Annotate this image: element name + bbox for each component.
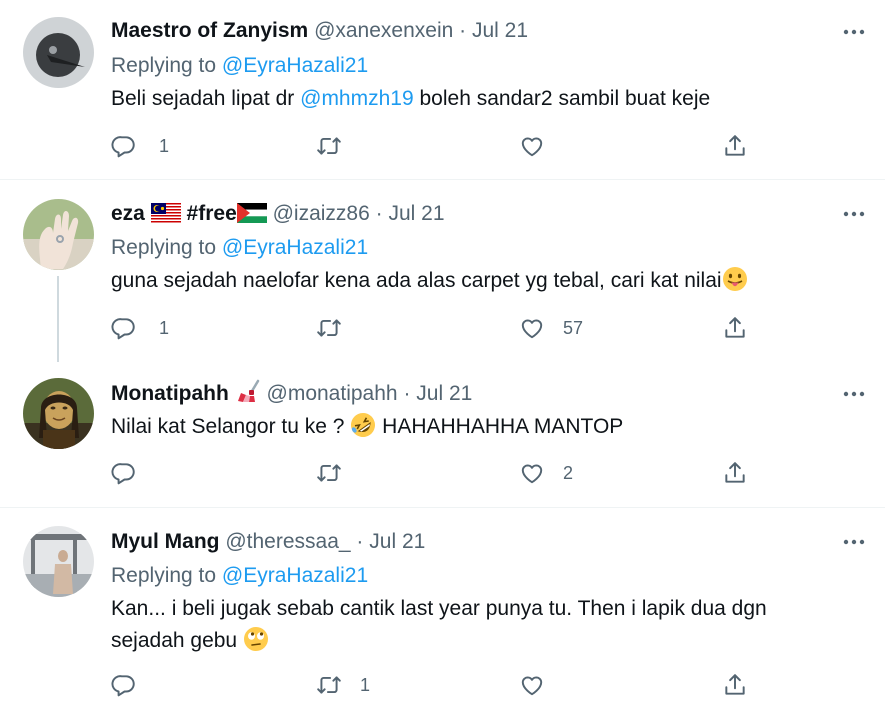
more-options-button[interactable]	[839, 528, 869, 556]
like-button[interactable]: 2	[519, 458, 573, 488]
tweet[interactable]: Myul Mang @theressaa_ · Jul 21 Replying …	[0, 508, 885, 707]
retweet-button[interactable]	[316, 458, 342, 488]
more-options-button[interactable]	[839, 200, 869, 228]
author-name[interactable]: eza	[111, 202, 145, 225]
malaysia-flag-icon	[150, 203, 181, 223]
more-dots-icon	[842, 538, 866, 546]
more-options-button[interactable]	[839, 18, 869, 46]
tweet-text-part: Beli sejadah lipat dr	[111, 87, 295, 110]
like-button[interactable]	[519, 131, 545, 161]
share-icon	[722, 133, 748, 159]
rolling-eyes-emoji-icon	[243, 627, 268, 651]
reply-bubble-icon	[111, 460, 137, 486]
tweet-timestamp[interactable]: Jul 21	[416, 382, 472, 405]
author-name[interactable]: Myul Mang	[111, 530, 220, 553]
like-count: 57	[563, 317, 584, 338]
avatar[interactable]	[23, 526, 94, 597]
more-dots-icon	[842, 390, 866, 398]
replying-to-mention[interactable]: @EyraHazali21	[222, 54, 368, 77]
replying-to-label: Replying to	[111, 54, 217, 77]
reply-button[interactable]	[111, 458, 137, 488]
tongue-face-emoji-icon	[722, 267, 747, 291]
retweet-icon	[316, 672, 342, 698]
heart-icon	[519, 460, 545, 486]
tweet[interactable]: Monatipahh @monatipahh · Jul 21 Nilai ka…	[0, 360, 885, 507]
more-dots-icon	[842, 210, 866, 218]
heart-icon	[519, 315, 545, 341]
replying-to-label: Replying to	[111, 564, 217, 587]
share-icon	[722, 315, 748, 341]
tweet-timestamp[interactable]: Jul 21	[369, 530, 425, 553]
reply-button[interactable]	[111, 670, 137, 700]
more-dots-icon	[842, 28, 866, 36]
mention-link[interactable]: @mhmzh19	[300, 87, 414, 110]
heart-icon	[519, 133, 545, 159]
like-count: 2	[563, 462, 574, 483]
tweet-text-line: sejadah gebu	[111, 629, 238, 652]
more-options-button[interactable]	[839, 380, 869, 408]
like-button[interactable]	[519, 670, 545, 700]
reply-count: 1	[159, 135, 170, 156]
avatar[interactable]	[23, 378, 94, 449]
retweet-icon	[316, 315, 342, 341]
retweet-icon	[316, 133, 342, 159]
tweet-text: Beli sejadah lipat dr @mhmzh19 boleh san…	[111, 83, 831, 115]
tweet-text-part: boleh sandar2 sambil buat keje	[419, 87, 711, 110]
tweet[interactable]: Maestro of Zanyism @xanexenxein · Jul 21…	[0, 0, 885, 179]
retweet-button[interactable]	[316, 313, 342, 343]
author-handle[interactable]: @theressaa_	[225, 530, 350, 553]
separator-dot: ·	[459, 19, 467, 42]
tweet-text: Kan... i beli jugak sebab cantik last ye…	[111, 593, 831, 657]
replying-to: Replying to @EyraHazali21	[111, 562, 368, 590]
heart-icon	[519, 672, 545, 698]
nail-polish-emoji-icon	[237, 379, 259, 402]
share-button[interactable]	[722, 313, 748, 343]
tweet-text-line: Kan... i beli jugak sebab cantik last ye…	[111, 597, 767, 620]
retweet-count: 1	[360, 674, 371, 695]
tweet-text-part: Nilai kat Selangor tu ke ?	[111, 415, 345, 438]
rolling-laughing-emoji-icon	[351, 413, 376, 437]
retweet-button[interactable]: 1	[316, 670, 370, 700]
avatar[interactable]	[23, 17, 94, 88]
tweet-text-part: guna sejadah naelofar kena ada alas carp…	[111, 269, 722, 292]
reply-bubble-icon	[111, 133, 137, 159]
share-icon	[722, 460, 748, 486]
avatar[interactable]	[23, 199, 94, 270]
retweet-icon	[316, 460, 342, 486]
tweet-text: guna sejadah naelofar kena ada alas carp…	[111, 265, 831, 297]
replying-to-mention[interactable]: @EyraHazali21	[222, 564, 368, 587]
tweet-text-part: HAHAHHAHHA MANTOP	[382, 415, 624, 438]
reply-bubble-icon	[111, 315, 137, 341]
retweet-button[interactable]	[316, 131, 342, 161]
name-badge: #free	[186, 202, 237, 225]
separator-dot: ·	[403, 382, 411, 405]
author-name[interactable]: Maestro of Zanyism	[111, 19, 308, 42]
author-handle[interactable]: @monatipahh	[267, 382, 398, 405]
separator-dot: ·	[375, 202, 383, 225]
share-button[interactable]	[722, 131, 748, 161]
share-icon	[722, 672, 748, 698]
tweet[interactable]: eza #free @izaizz86 · Jul 21 Replying to…	[0, 180, 885, 362]
reply-count: 1	[159, 317, 170, 338]
author-name[interactable]: Monatipahh	[111, 382, 229, 405]
reply-button[interactable]: 1	[111, 131, 169, 161]
like-button[interactable]: 57	[519, 313, 583, 343]
tweet-timestamp[interactable]: Jul 21	[472, 19, 528, 42]
author-handle[interactable]: @xanexenxein	[314, 19, 453, 42]
reply-button[interactable]: 1	[111, 313, 169, 343]
reply-bubble-icon	[111, 672, 137, 698]
share-button[interactable]	[722, 670, 748, 700]
tweet-timestamp[interactable]: Jul 21	[388, 202, 444, 225]
replying-to: Replying to @EyraHazali21	[111, 52, 368, 80]
author-handle[interactable]: @izaizz86	[273, 202, 370, 225]
separator-dot: ·	[356, 530, 364, 553]
tweet-text: Nilai kat Selangor tu ke ? HAHAHHAHHA MA…	[111, 411, 831, 443]
replying-to-mention[interactable]: @EyraHazali21	[222, 236, 368, 259]
thread-connector	[57, 276, 59, 362]
replying-to: Replying to @EyraHazali21	[111, 234, 368, 262]
palestine-flag-icon	[236, 203, 267, 223]
replying-to-label: Replying to	[111, 236, 217, 259]
share-button[interactable]	[722, 458, 748, 488]
